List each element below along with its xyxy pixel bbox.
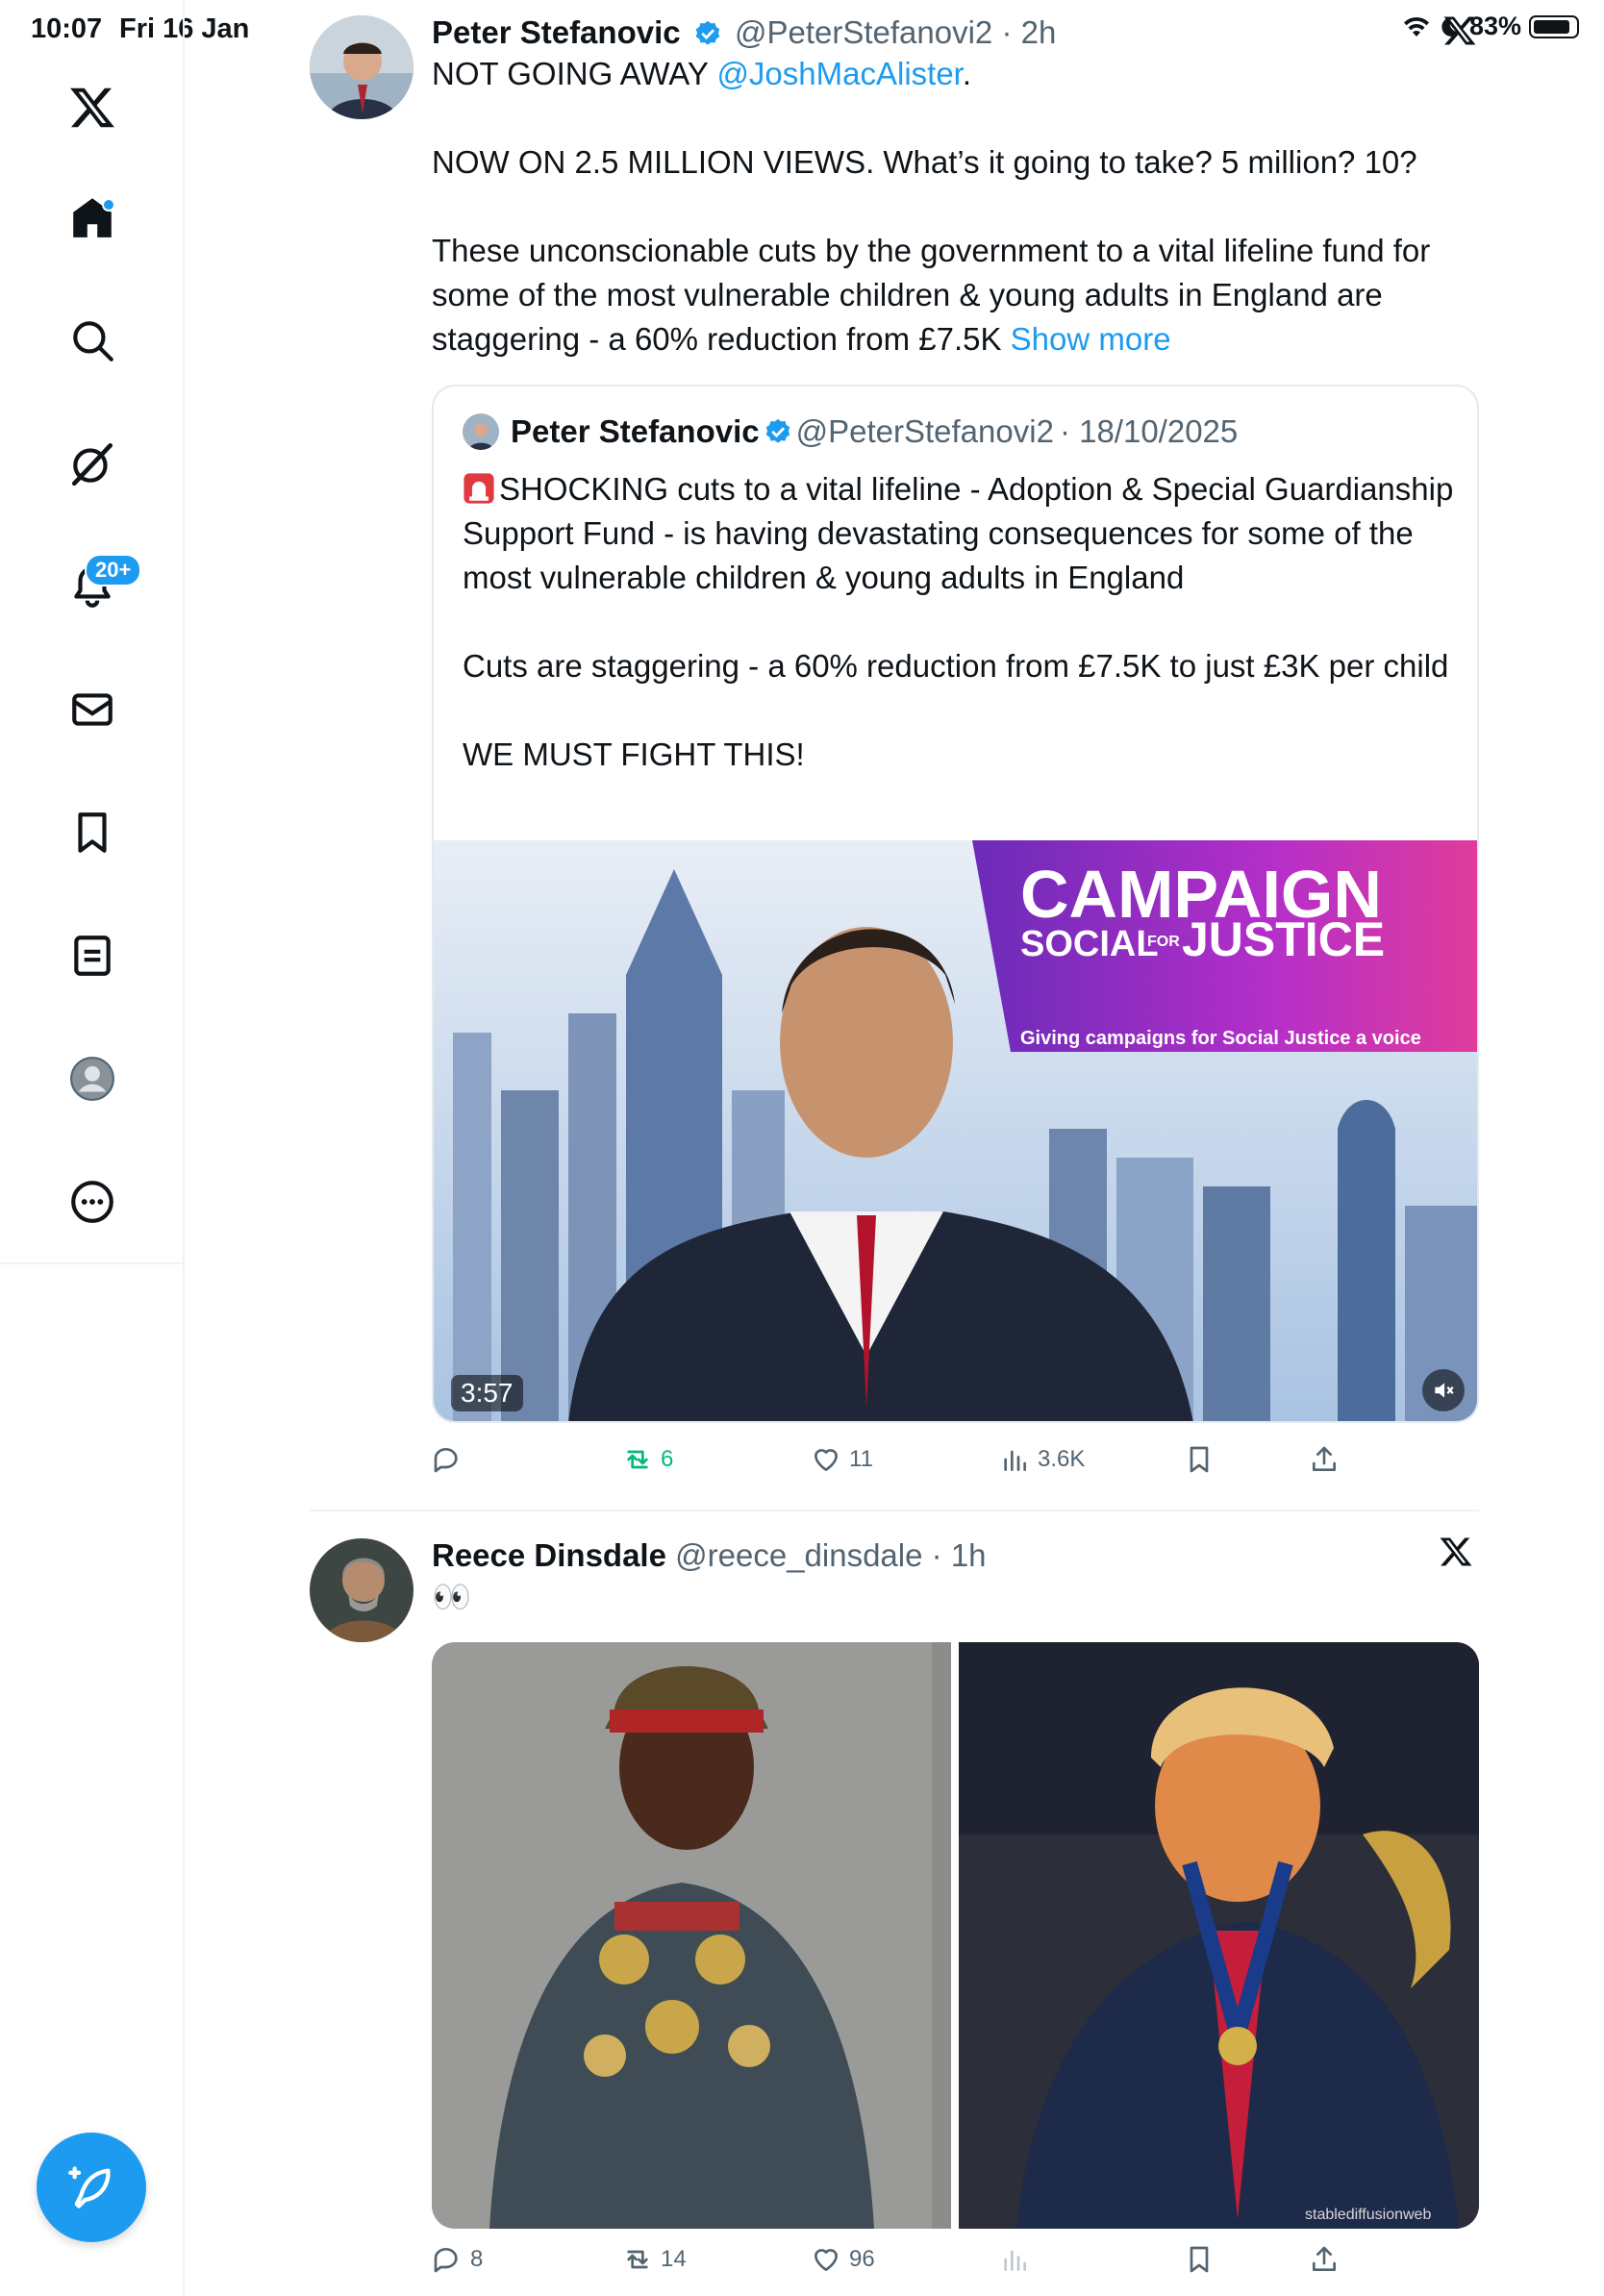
speaker-muted-icon xyxy=(1435,1383,1454,1398)
tweet-text-part: . NOW ON 2.5 MILLION VIEWS. What’s it go… xyxy=(432,56,1431,357)
tweet[interactable]: Reece Dinsdale @reece_dinsdale · 1h 👀 st… xyxy=(310,1536,1479,2296)
like-button[interactable]: 96 xyxy=(811,2244,875,2275)
avatar[interactable] xyxy=(310,1538,414,1642)
tweet-time: · 2h xyxy=(1001,14,1057,50)
tweet-actions: 6 11 3.6K xyxy=(432,1444,1393,1483)
tweet-divider xyxy=(310,1510,1479,1511)
tweet-actions: 8 14 96 xyxy=(432,2244,1393,2283)
medal-suit-photo[interactable]: stablediffusionweb xyxy=(959,1642,1479,2229)
share-button[interactable] xyxy=(1309,1444,1340,1475)
author-handle[interactable]: @reece_dinsdale xyxy=(675,1537,922,1573)
like-button[interactable]: 11 xyxy=(811,1444,873,1475)
quote-header: Peter Stefanovic @PeterStefanovi2 · 18/1… xyxy=(463,413,1238,450)
reply-button[interactable] xyxy=(432,1444,470,1475)
heart-icon xyxy=(815,2249,838,2271)
video-duration: 3:57 xyxy=(451,1375,523,1411)
sidebar-divider xyxy=(0,1262,185,1264)
tweet-text: 👀 xyxy=(432,1579,472,1614)
reply-icon xyxy=(434,2248,458,2273)
search-icon[interactable] xyxy=(0,292,185,388)
like-count: 96 xyxy=(849,2246,875,2272)
sidebar: 20+ xyxy=(0,0,185,2296)
profile-icon[interactable] xyxy=(0,1031,185,1127)
like-count: 11 xyxy=(849,1446,873,1472)
messages-icon[interactable] xyxy=(0,661,185,758)
banner-subtitle-for: FOR xyxy=(1147,934,1180,950)
share-icon xyxy=(1313,1446,1336,1471)
quote-body: SHOCKING cuts to a vital lifeline - Adop… xyxy=(463,471,1454,772)
grok-icon[interactable] xyxy=(0,415,185,512)
video-player[interactable]: CAMPAIGN SOCIAL FOR JUSTICE Giving campa… xyxy=(434,840,1477,1421)
tweet[interactable]: Peter Stefanovic @PeterStefanovi2 · 2h N… xyxy=(310,13,1479,1494)
share-button[interactable] xyxy=(1309,2244,1340,2275)
quote-author-handle: @PeterStefanovi2 xyxy=(795,413,1054,449)
tweet-time: · 1h xyxy=(931,1537,987,1573)
retweet-count: 6 xyxy=(661,1446,674,1472)
bookmarks-icon[interactable] xyxy=(0,785,185,881)
image-watermark: stablediffusionweb xyxy=(1305,2207,1431,2223)
bookmark-button[interactable] xyxy=(1184,2244,1215,2275)
x-logo-icon xyxy=(1443,16,1476,45)
notifications-icon[interactable]: 20+ xyxy=(0,538,185,635)
tweet-header: Peter Stefanovic @PeterStefanovi2 · 2h xyxy=(432,13,1479,52)
x-logo-icon xyxy=(1440,1537,1472,1566)
verified-badge-icon xyxy=(765,418,789,443)
reply-count: 8 xyxy=(470,2246,484,2272)
author-handle[interactable]: @PeterStefanovi2 xyxy=(735,14,992,50)
more-icon[interactable] xyxy=(0,1154,185,1250)
show-more-link[interactable]: Show more xyxy=(1011,321,1171,357)
bookmark-icon xyxy=(1190,1446,1209,1473)
reply-button[interactable]: 8 xyxy=(432,2244,483,2275)
banner-tagline: Giving campaigns for Social Justice a vo… xyxy=(1020,1028,1421,1049)
mute-button[interactable] xyxy=(1422,1369,1465,1411)
share-icon xyxy=(1313,2246,1336,2271)
siren-icon xyxy=(464,473,494,504)
notifications-badge: 20+ xyxy=(85,554,142,586)
retweet-button[interactable]: 14 xyxy=(622,2244,687,2275)
view-count: 3.6K xyxy=(1038,1446,1086,1472)
views-bar-chart-icon xyxy=(1004,1450,1026,1471)
quote-author-name: Peter Stefanovic xyxy=(511,413,760,449)
views-button[interactable]: 3.6K xyxy=(999,1444,1085,1475)
banner-subtitle-a: SOCIAL xyxy=(1020,924,1159,964)
reply-icon xyxy=(434,1448,458,1473)
compose-feather-icon xyxy=(68,2166,111,2209)
compose-button[interactable] xyxy=(37,2133,146,2242)
tweet-text-part: NOT GOING AWAY xyxy=(432,56,717,91)
quote-text: SHOCKING cuts to a vital lifeline - Adop… xyxy=(463,467,1463,777)
mention-link[interactable]: @JoshMacAlister xyxy=(716,56,962,91)
retweet-count: 14 xyxy=(661,2246,687,2272)
author-name[interactable]: Reece Dinsdale xyxy=(432,1537,666,1573)
verified-badge-icon xyxy=(695,20,720,45)
quote-date: · 18/10/2025 xyxy=(1059,413,1239,449)
battery-icon xyxy=(1529,14,1579,38)
lists-icon[interactable] xyxy=(0,908,185,1004)
home-icon[interactable] xyxy=(0,169,185,265)
quote-avatar xyxy=(463,413,499,450)
military-uniform-photo[interactable] xyxy=(432,1642,951,2229)
avatar[interactable] xyxy=(310,15,414,119)
x-logo-icon[interactable] xyxy=(0,60,185,156)
tweet-header: Reece Dinsdale @reece_dinsdale · 1h xyxy=(432,1536,1479,1575)
video-thumbnail: CAMPAIGN SOCIAL FOR JUSTICE Giving campa… xyxy=(434,840,1477,1421)
heart-icon xyxy=(815,1449,838,1471)
banner-subtitle-b: JUSTICE xyxy=(1182,912,1385,966)
bookmark-button[interactable] xyxy=(1184,1444,1215,1475)
views-bar-chart-icon xyxy=(1004,2250,1026,2271)
home-notification-dot xyxy=(102,198,115,212)
author-name[interactable]: Peter Stefanovic xyxy=(432,14,681,50)
retweet-button[interactable]: 6 xyxy=(622,1444,673,1475)
views-button[interactable] xyxy=(999,2244,1030,2275)
quoted-tweet[interactable]: Peter Stefanovic @PeterStefanovi2 · 18/1… xyxy=(432,385,1479,1423)
media-grid: stablediffusionweb xyxy=(432,1642,1479,2229)
tweet-text: NOT GOING AWAY @JoshMacAlister. NOW ON 2… xyxy=(432,52,1479,362)
retweet-icon xyxy=(627,1450,648,1469)
bookmark-icon xyxy=(1190,2246,1209,2273)
retweet-icon xyxy=(627,2250,648,2269)
